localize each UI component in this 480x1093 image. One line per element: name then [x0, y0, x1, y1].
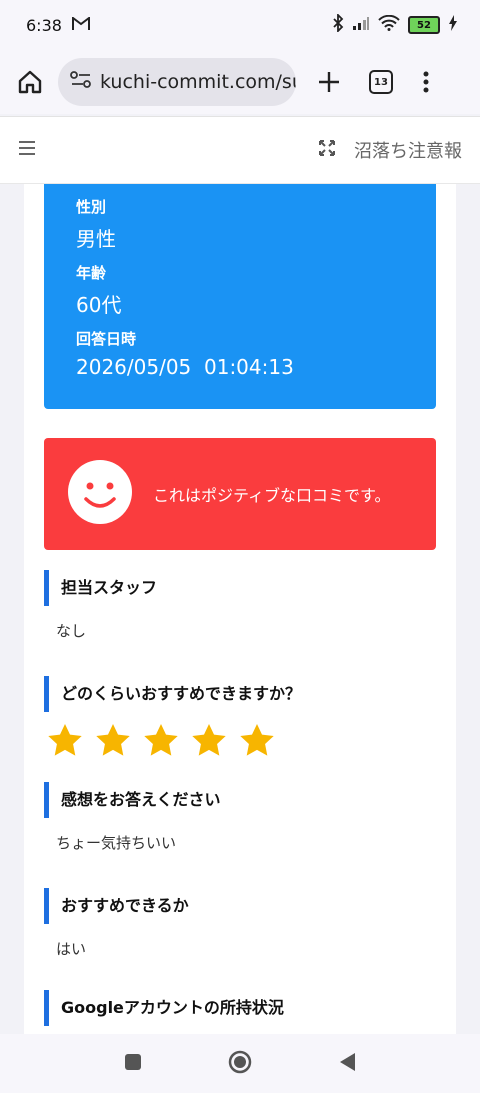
- question-staff: 担当スタッフ なし: [44, 570, 436, 641]
- question-heading: おすすめできるか: [44, 888, 436, 924]
- star-icon: [192, 724, 226, 756]
- recents-icon[interactable]: [124, 1053, 142, 1075]
- browser-menu-button[interactable]: [408, 61, 444, 103]
- star-icon: [144, 724, 178, 756]
- question-heading: 担当スタッフ: [44, 570, 436, 606]
- tab-count: 13: [369, 70, 393, 94]
- site-title[interactable]: 沼落ち注意報: [354, 137, 462, 163]
- address-bar[interactable]: kuchi-commit.com/su: [58, 58, 296, 106]
- status-left: 6:38: [26, 15, 90, 35]
- date-value: 2026/05/05 01:04:13: [76, 355, 294, 379]
- charging-icon: [448, 15, 458, 35]
- question-google-account: Googleアカウントの所持状況: [44, 990, 436, 1026]
- wifi-icon: [378, 14, 400, 35]
- star-icon: [96, 724, 130, 756]
- status-time: 6:38: [26, 15, 62, 35]
- positive-review-banner: これはポジティブな口コミです。: [44, 438, 436, 550]
- positive-review-text: これはポジティブな口コミです。: [153, 486, 391, 505]
- status-right: 52: [332, 12, 458, 36]
- star-rating: [44, 724, 436, 756]
- star-icon: [48, 724, 82, 756]
- hamburger-menu-icon[interactable]: [18, 140, 36, 160]
- question-heading: どのくらいおすすめできますか？: [44, 676, 436, 712]
- system-navigation-bar: [0, 1034, 480, 1093]
- home-circle-icon[interactable]: [228, 1050, 252, 1078]
- age-label: 年齢: [76, 264, 107, 282]
- review-content: 性別 男性 年齢 60代 回答日時 2026/05/05 01:04:13 これ…: [24, 184, 456, 1034]
- smiley-icon: [67, 459, 133, 529]
- gender-value: 男性: [76, 227, 116, 251]
- browser-toolbar: kuchi-commit.com/su 13: [0, 50, 480, 114]
- gender-label: 性別: [76, 198, 107, 216]
- question-answer: なし: [56, 622, 87, 640]
- star-icon: [240, 724, 274, 756]
- home-icon: [18, 70, 42, 94]
- question-heading: Googleアカウントの所持状況: [44, 990, 436, 1026]
- home-button[interactable]: [12, 64, 48, 100]
- tab-switcher-button[interactable]: 13: [360, 61, 402, 103]
- new-tab-button[interactable]: [308, 61, 350, 103]
- plus-icon: [319, 72, 339, 92]
- url-text: kuchi-commit.com/su: [100, 71, 296, 93]
- question-impression: 感想をお答えください ちょー気持ちいい: [44, 782, 436, 853]
- header-right: 沼落ち注意報: [318, 137, 462, 163]
- date-label: 回答日時: [76, 330, 137, 348]
- signal-icon: [352, 15, 370, 35]
- question-recommendable: おすすめできるか はい: [44, 888, 436, 959]
- question-recommend-rating: どのくらいおすすめできますか？: [44, 676, 436, 756]
- site-header: 沼落ち注意報: [0, 116, 480, 184]
- status-bar: 6:38 52: [0, 0, 480, 50]
- battery-icon: 52: [408, 16, 440, 34]
- question-answer: ちょー気持ちいい: [56, 834, 177, 852]
- age-value: 60代: [76, 293, 122, 317]
- site-settings-icon[interactable]: [70, 71, 92, 93]
- question-answer: はい: [56, 940, 87, 958]
- bluetooth-icon: [332, 12, 344, 36]
- more-vert-icon: [423, 71, 429, 93]
- back-icon[interactable]: [338, 1052, 356, 1076]
- question-heading: 感想をお答えください: [44, 782, 436, 818]
- expand-icon[interactable]: [318, 139, 336, 161]
- profile-card: 性別 男性 年齢 60代 回答日時 2026/05/05 01:04:13: [44, 184, 436, 409]
- gmail-icon: [71, 15, 90, 35]
